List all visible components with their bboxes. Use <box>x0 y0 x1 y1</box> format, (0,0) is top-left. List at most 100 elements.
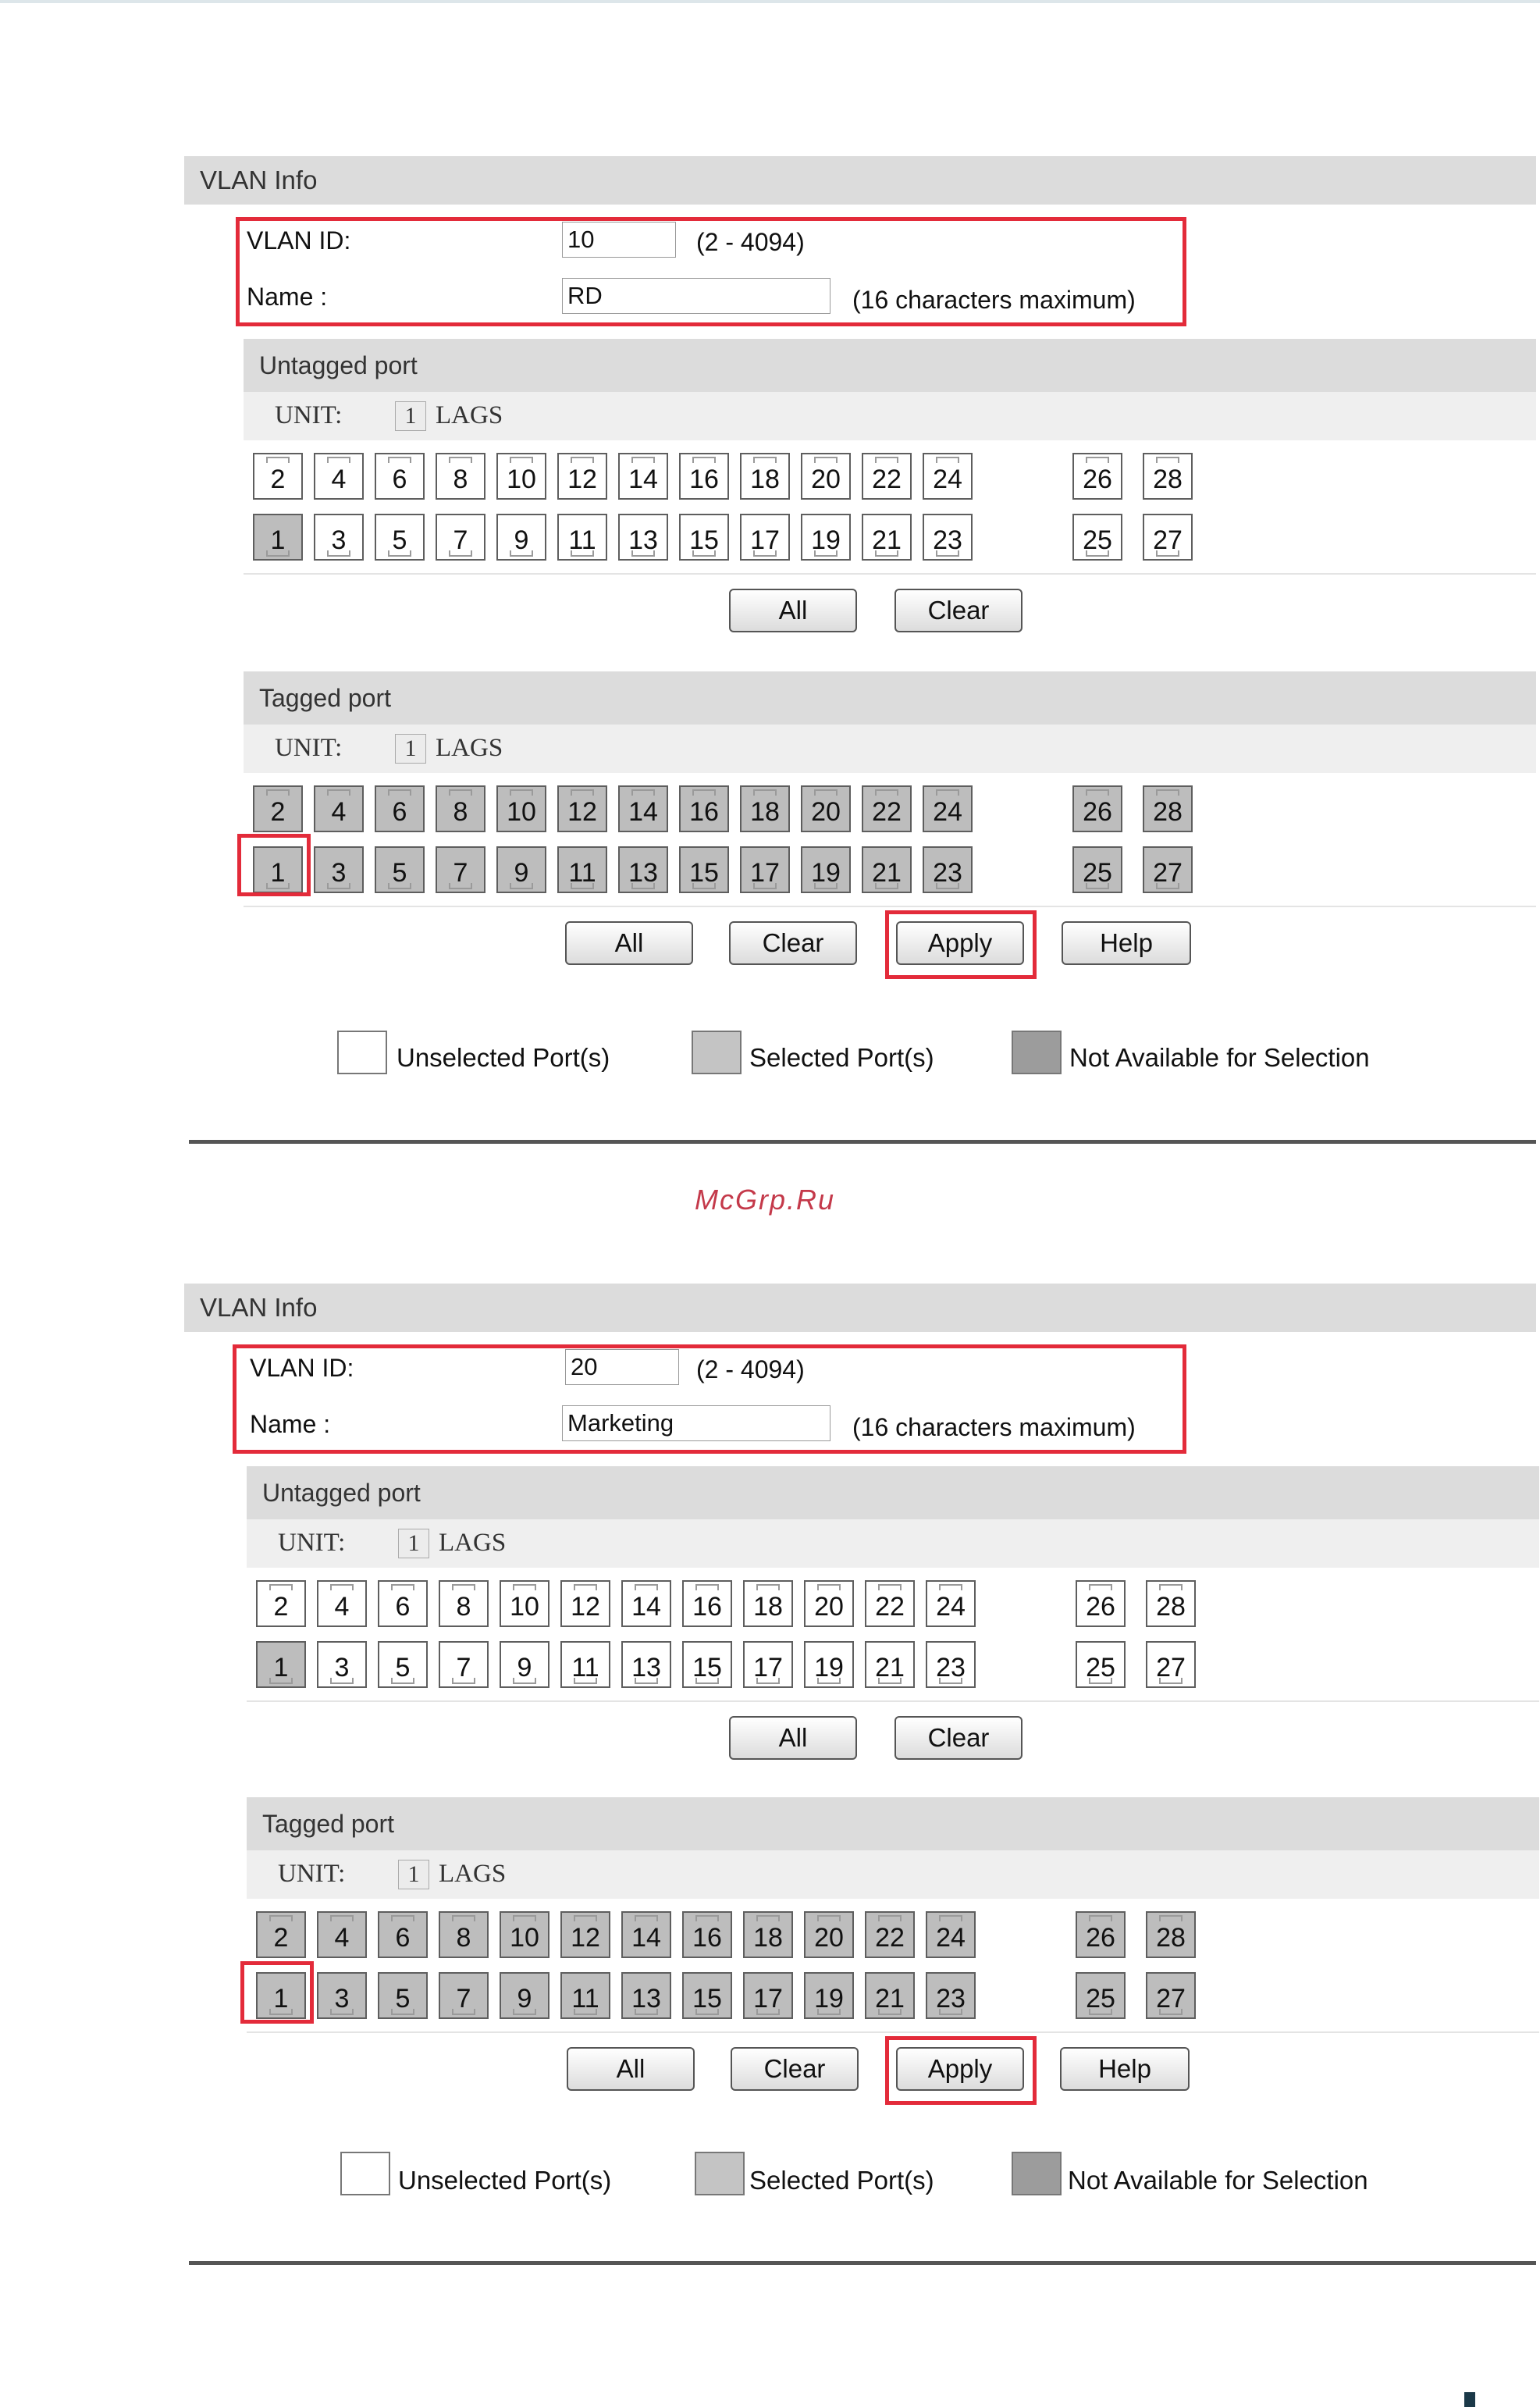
port-23[interactable]: 23 <box>923 846 973 893</box>
port-20[interactable]: 20 <box>804 1911 854 1958</box>
help-button[interactable]: Help <box>1060 2047 1190 2091</box>
untagged-all-button[interactable]: All <box>729 1716 857 1760</box>
tagged-all-button[interactable]: All <box>565 921 693 965</box>
port-8[interactable]: 8 <box>436 785 485 832</box>
port-13[interactable]: 13 <box>618 514 668 561</box>
port-26[interactable]: 26 <box>1076 1580 1126 1627</box>
tagged-all-button[interactable]: All <box>567 2047 695 2091</box>
port-19[interactable]: 19 <box>801 846 851 893</box>
port-11[interactable]: 11 <box>560 1972 610 2019</box>
port-19[interactable]: 19 <box>804 1972 854 2019</box>
unit-selector[interactable]: 1 <box>395 401 426 431</box>
port-10[interactable]: 10 <box>500 1580 549 1627</box>
port-6[interactable]: 6 <box>375 453 425 500</box>
port-19[interactable]: 19 <box>804 1641 854 1688</box>
port-25[interactable]: 25 <box>1072 514 1122 561</box>
port-27[interactable]: 27 <box>1146 1972 1196 2019</box>
port-23[interactable]: 23 <box>923 514 973 561</box>
port-10[interactable]: 10 <box>500 1911 549 1958</box>
port-5[interactable]: 5 <box>375 846 425 893</box>
port-26[interactable]: 26 <box>1072 785 1122 832</box>
port-22[interactable]: 22 <box>865 1580 915 1627</box>
port-16[interactable]: 16 <box>682 1911 732 1958</box>
port-27[interactable]: 27 <box>1143 846 1193 893</box>
port-2[interactable]: 2 <box>253 785 303 832</box>
port-27[interactable]: 27 <box>1143 514 1193 561</box>
port-28[interactable]: 28 <box>1143 453 1193 500</box>
lags-link[interactable]: LAGS <box>439 1860 506 1889</box>
port-12[interactable]: 12 <box>557 785 607 832</box>
port-23[interactable]: 23 <box>926 1972 976 2019</box>
port-3[interactable]: 3 <box>317 1972 367 2019</box>
port-26[interactable]: 26 <box>1072 453 1122 500</box>
port-28[interactable]: 28 <box>1143 785 1193 832</box>
lags-link[interactable]: LAGS <box>439 1529 506 1558</box>
port-17[interactable]: 17 <box>743 1641 793 1688</box>
port-17[interactable]: 17 <box>740 514 790 561</box>
port-26[interactable]: 26 <box>1076 1911 1126 1958</box>
port-22[interactable]: 22 <box>862 453 912 500</box>
port-11[interactable]: 11 <box>560 1641 610 1688</box>
port-20[interactable]: 20 <box>804 1580 854 1627</box>
port-7[interactable]: 7 <box>439 1641 489 1688</box>
untagged-clear-button[interactable]: Clear <box>894 589 1023 632</box>
port-4[interactable]: 4 <box>317 1580 367 1627</box>
port-7[interactable]: 7 <box>436 846 485 893</box>
port-8[interactable]: 8 <box>439 1911 489 1958</box>
port-15[interactable]: 15 <box>682 1972 732 2019</box>
port-21[interactable]: 21 <box>862 846 912 893</box>
port-8[interactable]: 8 <box>436 453 485 500</box>
port-15[interactable]: 15 <box>682 1641 732 1688</box>
port-11[interactable]: 11 <box>557 514 607 561</box>
port-10[interactable]: 10 <box>496 453 546 500</box>
port-18[interactable]: 18 <box>740 785 790 832</box>
port-6[interactable]: 6 <box>375 785 425 832</box>
port-2[interactable]: 2 <box>253 453 303 500</box>
port-12[interactable]: 12 <box>560 1580 610 1627</box>
port-9[interactable]: 9 <box>496 514 546 561</box>
port-22[interactable]: 22 <box>862 785 912 832</box>
port-9[interactable]: 9 <box>500 1972 549 2019</box>
port-1[interactable]: 1 <box>253 514 303 561</box>
port-5[interactable]: 5 <box>378 1972 428 2019</box>
untagged-clear-button[interactable]: Clear <box>894 1716 1023 1760</box>
port-1[interactable]: 1 <box>256 1641 306 1688</box>
port-5[interactable]: 5 <box>375 514 425 561</box>
port-28[interactable]: 28 <box>1146 1580 1196 1627</box>
unit-selector[interactable]: 1 <box>398 1529 429 1558</box>
port-28[interactable]: 28 <box>1146 1911 1196 1958</box>
port-12[interactable]: 12 <box>557 453 607 500</box>
port-9[interactable]: 9 <box>500 1641 549 1688</box>
port-18[interactable]: 18 <box>743 1911 793 1958</box>
port-16[interactable]: 16 <box>679 453 729 500</box>
port-14[interactable]: 14 <box>618 785 668 832</box>
port-5[interactable]: 5 <box>378 1641 428 1688</box>
port-27[interactable]: 27 <box>1146 1641 1196 1688</box>
port-7[interactable]: 7 <box>436 514 485 561</box>
port-7[interactable]: 7 <box>439 1972 489 2019</box>
port-4[interactable]: 4 <box>314 785 364 832</box>
port-23[interactable]: 23 <box>926 1641 976 1688</box>
lags-link[interactable]: LAGS <box>436 734 503 763</box>
port-25[interactable]: 25 <box>1076 1641 1126 1688</box>
port-15[interactable]: 15 <box>679 514 729 561</box>
port-24[interactable]: 24 <box>923 453 973 500</box>
port-15[interactable]: 15 <box>679 846 729 893</box>
port-25[interactable]: 25 <box>1072 846 1122 893</box>
port-11[interactable]: 11 <box>557 846 607 893</box>
port-24[interactable]: 24 <box>926 1580 976 1627</box>
port-10[interactable]: 10 <box>496 785 546 832</box>
help-button[interactable]: Help <box>1062 921 1191 965</box>
port-21[interactable]: 21 <box>865 1972 915 2019</box>
port-4[interactable]: 4 <box>314 453 364 500</box>
port-8[interactable]: 8 <box>439 1580 489 1627</box>
port-25[interactable]: 25 <box>1076 1972 1126 2019</box>
port-6[interactable]: 6 <box>378 1580 428 1627</box>
port-9[interactable]: 9 <box>496 846 546 893</box>
port-2[interactable]: 2 <box>256 1911 306 1958</box>
port-14[interactable]: 14 <box>621 1911 671 1958</box>
port-2[interactable]: 2 <box>256 1580 306 1627</box>
port-18[interactable]: 18 <box>743 1580 793 1627</box>
port-24[interactable]: 24 <box>923 785 973 832</box>
port-14[interactable]: 14 <box>618 453 668 500</box>
